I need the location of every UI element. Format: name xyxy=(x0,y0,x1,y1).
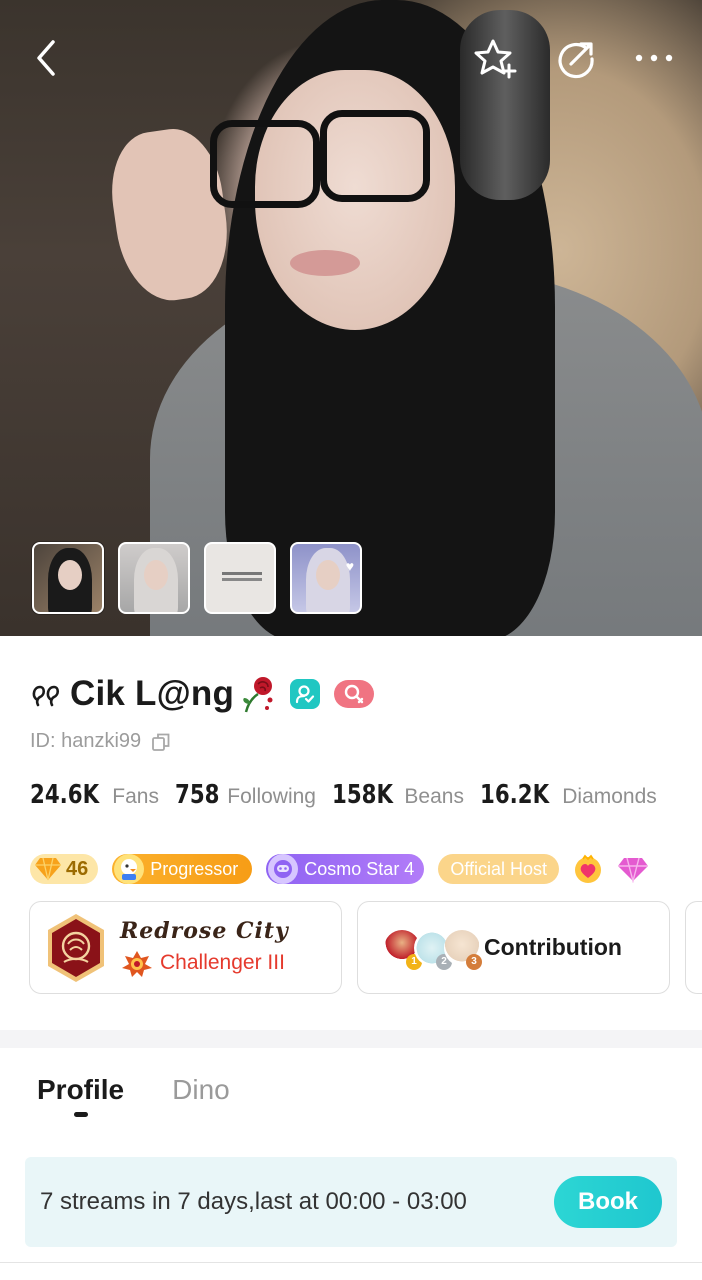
following-count[interactable]: 758 xyxy=(175,780,220,810)
rose-icon xyxy=(243,677,273,713)
medal-bronze: 3 xyxy=(466,953,482,970)
thumb-face xyxy=(316,560,340,590)
contribution-card[interactable]: 1 2 3 Contribution xyxy=(357,901,670,994)
beans-count[interactable]: 158K xyxy=(332,780,393,810)
profile-tabs: Profile Dino xyxy=(37,1074,230,1106)
next-card-peek[interactable] xyxy=(685,901,702,994)
thumb-note-text xyxy=(222,572,262,575)
city-name: Redrose City xyxy=(120,917,289,944)
tab-dino[interactable]: Dino xyxy=(172,1074,230,1106)
beans-label[interactable]: Beans xyxy=(404,785,464,809)
bottom-divider xyxy=(0,1262,702,1263)
diamond-level-icon xyxy=(35,857,61,881)
rose-emblem-icon xyxy=(48,913,104,982)
challenger-rank-icon xyxy=(122,950,152,977)
back-arrow-icon xyxy=(37,40,55,76)
city-rank-label: Challenger III xyxy=(160,950,285,974)
thumb-face xyxy=(144,560,168,590)
fans-label[interactable]: Fans xyxy=(112,785,159,809)
photo-thumbnail-3[interactable] xyxy=(204,542,276,614)
add-favorite-button[interactable] xyxy=(472,36,518,82)
active-tab-indicator xyxy=(74,1112,88,1117)
profile-name-row: Cik L@ng xyxy=(30,672,375,716)
top-contributors: 1 2 3 xyxy=(384,929,482,970)
feature-cards: Redrose City Challenger III 1 2 3 Contri… xyxy=(29,901,702,994)
back-button[interactable] xyxy=(24,36,68,80)
fans-count[interactable]: 24.6K xyxy=(30,780,99,810)
stream-schedule-banner: 7 streams in 7 days,last at 00:00 - 03:0… xyxy=(25,1157,677,1247)
thumb-face xyxy=(58,560,82,590)
section-divider xyxy=(0,1030,702,1048)
photo-thumbnail-2[interactable] xyxy=(118,542,190,614)
heart-icon: ♥ xyxy=(345,558,354,574)
ornament-icon xyxy=(32,685,60,707)
city-rank-row: Challenger III xyxy=(120,948,289,978)
diamonds-count[interactable]: 16.2K xyxy=(480,780,549,810)
book-button[interactable]: Book xyxy=(554,1176,662,1228)
contribution-label: Contribution xyxy=(484,934,622,960)
share-button[interactable] xyxy=(553,36,599,82)
share-icon xyxy=(558,42,594,79)
city-card[interactable]: Redrose City Challenger III xyxy=(29,901,342,994)
cosmo-star-badge[interactable]: Cosmo Star 4 xyxy=(266,854,425,884)
more-icon xyxy=(635,54,673,62)
progressor-label: Progressor xyxy=(150,858,239,879)
duck-icon xyxy=(114,854,145,884)
tab-profile[interactable]: Profile xyxy=(37,1074,124,1106)
official-host-badge[interactable]: Official Host xyxy=(438,854,560,884)
photo-thumbnails: ♥ xyxy=(32,542,362,614)
profile-stats: 24.6K Fans 758 Following 158K Beans 16.2… xyxy=(30,780,673,816)
progressor-badge[interactable]: Progressor xyxy=(112,854,253,884)
heart-badge-icon[interactable] xyxy=(573,854,603,884)
gem-badge-icon[interactable] xyxy=(617,855,649,883)
city-info: Redrose City Challenger III xyxy=(120,918,289,978)
schedule-text: 7 streams in 7 days,last at 00:00 - 03:0… xyxy=(40,1188,467,1215)
verified-host-icon[interactable] xyxy=(290,679,321,709)
photo-glasses-left xyxy=(210,120,320,208)
copy-icon[interactable] xyxy=(151,732,171,752)
photo-thumbnail-4[interactable]: ♥ xyxy=(290,542,362,614)
level-badge[interactable]: 46 xyxy=(30,854,99,884)
astronaut-icon xyxy=(268,854,299,884)
badges-row: 46 Progressor Cosmo Star 4 Official Host xyxy=(30,853,649,885)
photo-thumbnail-1[interactable] xyxy=(32,542,104,614)
photo-lips xyxy=(290,250,360,276)
profile-id: ID: hanzki99 xyxy=(30,730,142,752)
profile-id-row: ID: hanzki99 xyxy=(30,730,171,753)
following-label[interactable]: Following xyxy=(227,785,316,809)
profile-name: Cik L@ng xyxy=(70,674,235,713)
contributor-avatar-3: 3 xyxy=(444,929,482,970)
more-options-button[interactable] xyxy=(630,36,678,80)
cosmo-star-label: Cosmo Star 4 xyxy=(304,858,415,879)
profile-photo[interactable]: ♥ xyxy=(0,0,702,636)
gender-icon[interactable] xyxy=(334,680,375,708)
photo-glasses-right xyxy=(320,110,430,202)
star-plus-icon xyxy=(474,39,517,79)
diamonds-label[interactable]: Diamonds xyxy=(562,785,657,809)
level-value: 46 xyxy=(66,857,89,880)
